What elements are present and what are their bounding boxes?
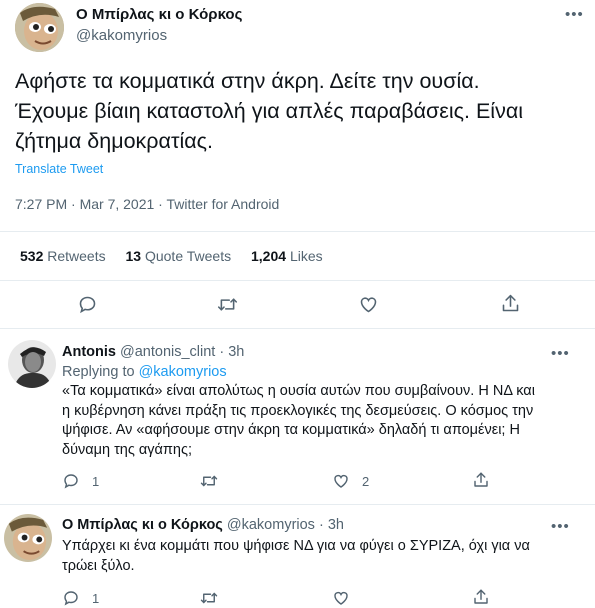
replying-to-handle[interactable]: @kakomyrios xyxy=(139,364,227,380)
likes-stat[interactable]: 1,204 Likes xyxy=(251,248,323,264)
more-options-icon[interactable]: ••• xyxy=(565,7,584,22)
share-icon[interactable] xyxy=(500,293,521,314)
avatar-image xyxy=(15,3,64,52)
reply-text-line: ψήφισε. Αν «αφήσουμε στην άκρη τα κομματ… xyxy=(62,422,520,438)
quotes-label: Quote Tweets xyxy=(144,248,232,264)
divider xyxy=(0,231,595,232)
quotes-count: 13 xyxy=(125,248,142,264)
tweet-text-line: Αφήστε τα κομματικά στην άκρη. Δείτε την… xyxy=(15,69,480,93)
reply-text-line: «Τα κομματικά» είναι απολύτως η ουσία αυ… xyxy=(62,383,535,399)
reply-text-line: τρώει ξύλο. xyxy=(62,557,135,574)
reply-author-handle[interactable]: @antonis_clint xyxy=(120,344,215,360)
reply-time[interactable]: · 3h xyxy=(319,517,344,533)
divider xyxy=(0,328,595,329)
likes-label: Likes xyxy=(289,248,323,264)
reply-text-line: η κυβέρνηση κάνει πράξη τις προεκλογικές… xyxy=(62,402,534,419)
tweet-text-line: ζήτημα δημοκρατίας. xyxy=(15,129,214,153)
tweet-timestamp[interactable]: 7:27 PM · Mar 7, 2021 · Twitter for Andr… xyxy=(15,196,279,212)
reply-text-line: Υπάρχει κι ένα κομμάτι που ψήφισε ΝΔ για… xyxy=(62,538,530,554)
replying-to: Replying to @kakomyrios xyxy=(62,364,227,380)
divider xyxy=(0,504,595,505)
reply-author-name[interactable]: Ο Μπίρλας κι ο Κόρκος xyxy=(62,517,223,533)
reply-header: Antonis @antonis_clint · 3h xyxy=(62,344,244,360)
retweets-count: 532 xyxy=(20,248,44,264)
reply-author-handle[interactable]: @kakomyrios xyxy=(227,517,315,533)
share-icon[interactable] xyxy=(472,471,490,489)
reply-author-name[interactable]: Antonis xyxy=(62,344,116,360)
reply-count: 1 xyxy=(92,591,100,606)
divider xyxy=(0,280,595,281)
retweets-label: Retweets xyxy=(47,248,106,264)
more-options-icon[interactable]: ••• xyxy=(551,519,570,534)
reply-time[interactable]: · 3h xyxy=(219,344,244,360)
author-name[interactable]: Ο Μπίρλας κι ο Κόρκος xyxy=(76,6,242,23)
author-avatar[interactable] xyxy=(15,3,64,52)
author-handle[interactable]: @kakomyrios xyxy=(76,27,167,44)
tweet-text-line: Έχουμε βίαιη καταστολή για απλές παραβάσ… xyxy=(15,99,524,123)
quotes-stat[interactable]: 13 Quote Tweets xyxy=(126,248,236,264)
reply-count: 1 xyxy=(92,474,100,489)
tweet-text: Αφήστε τα κομματικά στην άκρη. Δείτε την… xyxy=(15,66,590,156)
share-icon[interactable] xyxy=(472,588,490,606)
like-icon[interactable] xyxy=(332,472,350,490)
reply-header: Ο Μπίρλας κι ο Κόρκος @kakomyrios · 3h xyxy=(62,517,344,533)
more-options-icon[interactable]: ••• xyxy=(551,346,570,361)
reply-avatar[interactable] xyxy=(8,340,56,388)
likes-count: 1,204 xyxy=(251,248,287,264)
avatar-image xyxy=(8,340,56,388)
replying-to-label: Replying to xyxy=(62,364,135,380)
reply-text: «Τα κομματικά» είναι απολύτως η ουσία αυ… xyxy=(62,382,535,460)
reply-icon[interactable] xyxy=(77,294,98,315)
retweet-icon[interactable] xyxy=(199,589,219,607)
tweet-stats: 532 Retweets 13 Quote Tweets 1,204 Likes xyxy=(20,248,323,264)
reply-avatar[interactable] xyxy=(4,514,52,562)
reply-icon[interactable] xyxy=(62,472,80,490)
avatar-image xyxy=(4,514,52,562)
retweet-icon[interactable] xyxy=(199,472,219,490)
like-icon[interactable] xyxy=(332,589,350,607)
retweet-icon[interactable] xyxy=(216,294,239,315)
reply-text: Υπάρχει κι ένα κομμάτι που ψήφισε ΝΔ για… xyxy=(62,537,530,576)
like-icon[interactable] xyxy=(358,294,379,315)
reply-text-line: δύναμη της αγάπης; xyxy=(62,441,192,458)
like-count: 2 xyxy=(362,474,370,489)
translate-tweet-link[interactable]: Translate Tweet xyxy=(15,162,103,176)
retweets-stat[interactable]: 532 Retweets xyxy=(20,248,110,264)
reply-icon[interactable] xyxy=(62,589,80,607)
